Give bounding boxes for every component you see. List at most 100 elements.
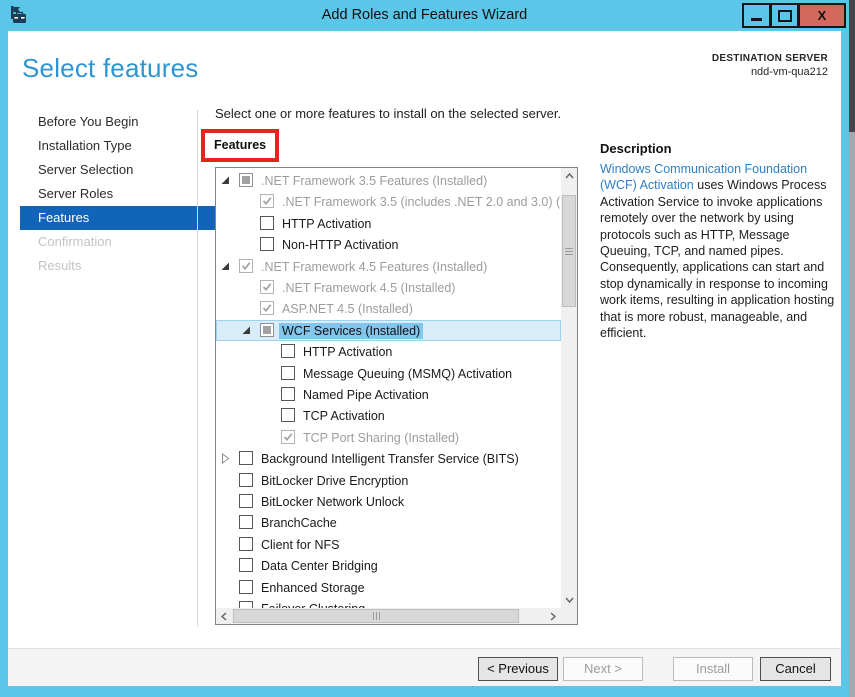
close-icon: X [817, 8, 827, 23]
tree-item-label: Message Queuing (MSMQ) Activation [303, 366, 513, 381]
previous-button[interactable]: < Previous [478, 657, 558, 681]
checkbox-unchecked[interactable] [239, 536, 253, 551]
tree-item-failover-clustering[interactable]: Failover Clustering [216, 598, 561, 608]
scrollbar-corner [561, 608, 577, 624]
tree-item-tcp-activation[interactable]: TCP Activation [216, 405, 561, 426]
tree-item-enhanced-storage[interactable]: Enhanced Storage [216, 577, 561, 598]
sidebar-item-server-roles[interactable]: Server Roles [38, 182, 113, 206]
tree-item-named-pipe-activation[interactable]: Named Pipe Activation [216, 384, 561, 405]
checkbox-unchecked[interactable] [239, 494, 253, 508]
horizontal-scrollbar[interactable] [216, 608, 561, 624]
checkbox-unchecked[interactable] [281, 387, 295, 401]
features-label: Features [214, 138, 267, 152]
sidebar-item-results: Results [38, 258, 82, 273]
minimize-button[interactable] [742, 3, 771, 28]
sidebar-item-installation-type[interactable]: Installation Type [38, 134, 132, 158]
install-button: Install [673, 657, 753, 681]
scroll-left-arrow-icon[interactable] [216, 608, 232, 624]
scroll-down-arrow-icon[interactable] [561, 592, 577, 608]
tree-item-data-center-bridging[interactable]: Data Center Bridging [216, 555, 561, 576]
cancel-button[interactable]: Cancel [760, 657, 831, 681]
checkbox-unchecked[interactable] [281, 408, 295, 423]
sidebar-item-features[interactable]: Features [20, 206, 215, 230]
horizontal-scroll-thumb[interactable] [233, 609, 519, 623]
description-body: Windows Communication Foundation (WCF) A… [600, 161, 841, 341]
tree-item-net-framework-4-5-installed[interactable]: .NET Framework 4.5 (Installed) [216, 277, 561, 298]
close-button[interactable]: X [799, 3, 846, 28]
checkbox-unchecked[interactable] [239, 515, 253, 530]
checkbox-unchecked[interactable] [239, 451, 253, 466]
tree-item-background-intelligent-transfer-service-bits[interactable]: Background Intelligent Transfer Service … [216, 448, 561, 469]
tree-item-label: Failover Clustering [258, 601, 368, 608]
wizard-nav: Before You Begin Installation Type Server … [8, 31, 215, 651]
checkbox-unchecked[interactable] [281, 344, 295, 359]
tree-item-label: BitLocker Drive Encryption [261, 473, 409, 488]
instruction-text: Select one or more features to install o… [215, 106, 562, 121]
tree-item-label: HTTP Activation [282, 216, 372, 231]
checkbox-indeterminate [239, 173, 253, 187]
tree-item-label: TCP Port Sharing (Installed) [303, 430, 460, 445]
tree-item-label: .NET Framework 4.5 (Installed) [282, 281, 456, 295]
tree-item-asp-net-4-5-installed[interactable]: ASP.NET 4.5 (Installed) [216, 298, 561, 319]
collapse-icon[interactable] [220, 175, 231, 186]
destination-server-label: DESTINATION SERVER [711, 53, 828, 64]
tree-item-wcf-services-installed[interactable]: WCF Services (Installed) [216, 319, 561, 342]
destination-server-name: ndd-vm-qua212 [750, 66, 828, 78]
expand-icon[interactable] [220, 453, 231, 465]
tree-item-http-activation[interactable]: HTTP Activation [216, 341, 561, 362]
titlebar[interactable]: Add Roles and Features Wizard X [0, 0, 849, 31]
description-heading: Description [600, 141, 672, 156]
tree-item-label: .NET Framework 3.5 Features (Installed) [261, 174, 488, 188]
sidebar-item-confirmation: Confirmation [38, 234, 112, 249]
tree-item-label: TCP Activation [303, 409, 385, 424]
tree-item-label: WCF Services (Installed) [279, 322, 424, 339]
checkbox-checked [281, 429, 295, 444]
tree-item-client-for-nfs[interactable]: Client for NFS [216, 534, 561, 555]
scroll-right-arrow-icon[interactable] [545, 608, 561, 624]
checkbox-unchecked[interactable] [239, 601, 253, 608]
features-tree-viewport: .NET Framework 3.5 Features (Installed).… [216, 168, 561, 608]
tree-item-non-http-activation[interactable]: Non-HTTP Activation [216, 234, 561, 255]
tree-item-tcp-port-sharing-installed[interactable]: TCP Port Sharing (Installed) [216, 427, 561, 448]
tree-item-message-queuing-msmq-activation[interactable]: Message Queuing (MSMQ) Activation [216, 363, 561, 384]
collapse-icon[interactable] [241, 325, 252, 336]
tree-item-bitlocker-drive-encryption[interactable]: BitLocker Drive Encryption [216, 470, 561, 491]
maximize-button[interactable] [771, 3, 799, 28]
tree-item-label: Non-HTTP Activation [282, 238, 399, 253]
vertical-scroll-thumb[interactable] [562, 195, 576, 307]
checkbox-checked [260, 194, 274, 209]
checkbox-unchecked[interactable] [260, 215, 274, 230]
tree-item-label: Background Intelligent Transfer Service … [261, 452, 519, 467]
checkbox-unchecked[interactable] [239, 558, 253, 573]
tree-item-net-framework-3-5-includes-net-2-0-and-3-0-installed[interactable]: .NET Framework 3.5 (includes .NET 2.0 an… [216, 191, 561, 212]
window-title: Add Roles and Features Wizard [321, 7, 528, 23]
checkbox-unchecked[interactable] [239, 472, 253, 487]
tree-item-label: ASP.NET 4.5 (Installed) [282, 302, 413, 317]
tree-item-net-framework-4-5-features-installed[interactable]: .NET Framework 4.5 Features (Installed) [216, 256, 561, 277]
maximize-icon [777, 9, 792, 22]
tree-item-net-framework-3-5-features-installed[interactable]: .NET Framework 3.5 Features (Installed) [216, 170, 561, 191]
checkbox-unchecked[interactable] [239, 579, 253, 594]
tree-item-label: .NET Framework 3.5 (includes .NET 2.0 an… [282, 195, 561, 210]
next-button: Next > [563, 657, 643, 681]
checkbox-unchecked[interactable] [260, 237, 274, 252]
tree-item-branchcache[interactable]: BranchCache [216, 512, 561, 533]
checkbox-checked [239, 258, 253, 273]
checkbox-checked [260, 280, 274, 294]
checkbox-checked [260, 301, 274, 316]
tree-item-http-activation[interactable]: HTTP Activation [216, 213, 561, 234]
collapse-icon[interactable] [220, 261, 231, 272]
tree-item-bitlocker-network-unlock[interactable]: BitLocker Network Unlock [216, 491, 561, 512]
tree-item-label: Enhanced Storage [261, 580, 365, 595]
minimize-icon [751, 17, 762, 21]
checkbox-unchecked[interactable] [281, 365, 295, 380]
annotation-box: Features [201, 129, 279, 162]
vertical-scrollbar[interactable] [561, 168, 577, 608]
sidebar-item-before-you-begin[interactable]: Before You Begin [38, 110, 138, 134]
scroll-up-arrow-icon[interactable] [561, 168, 577, 184]
tree-item-label: BitLocker Network Unlock [261, 495, 405, 509]
sidebar-item-server-selection[interactable]: Server Selection [38, 158, 133, 182]
background-sliver [849, 0, 855, 132]
destination-server-block: DESTINATION SERVER ndd-vm-qua212 [712, 53, 828, 78]
checkbox-indeterminate[interactable] [260, 322, 274, 337]
